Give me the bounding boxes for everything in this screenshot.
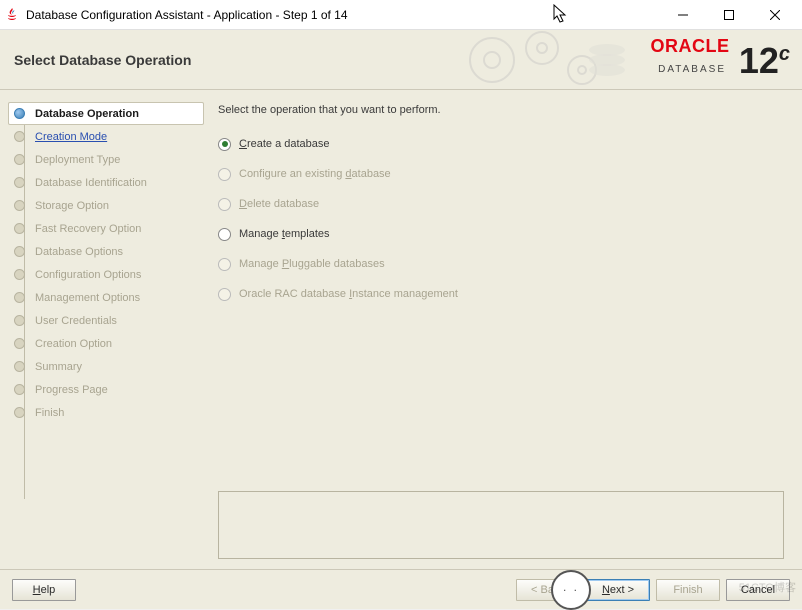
operation-option-2: Delete database (218, 190, 784, 218)
step-label: Progress Page (35, 384, 108, 396)
operation-option-4: Manage Pluggable databases (218, 250, 784, 278)
operation-option-3[interactable]: Manage templates (218, 220, 784, 248)
instruction-text: Select the operation that you want to pe… (218, 104, 784, 116)
radio-icon (218, 258, 231, 271)
gears-graphic (452, 30, 632, 90)
radio-icon (218, 198, 231, 211)
brand-company: ORACLE (650, 36, 729, 57)
finish-button: Finish (656, 579, 720, 601)
step-bullet-icon (14, 154, 25, 165)
wizard-step-6: Database Options (14, 240, 200, 263)
step-label: Fast Recovery Option (35, 223, 141, 235)
main-panel: Select the operation that you want to pe… (208, 90, 802, 569)
help-button[interactable]: Help (12, 579, 76, 601)
wizard-step-10: Creation Option (14, 332, 200, 355)
step-label: Database Options (35, 246, 123, 258)
step-label: User Credentials (35, 315, 117, 327)
step-bullet-icon (14, 338, 25, 349)
step-bullet-icon (14, 384, 25, 395)
wizard-step-1[interactable]: Creation Mode (14, 125, 200, 148)
step-label: Creation Option (35, 338, 112, 350)
operation-option-1: Configure an existing database (218, 160, 784, 188)
step-bullet-icon (14, 223, 25, 234)
option-label: Oracle RAC database Instance management (239, 288, 458, 300)
operation-options: Create a database Configure an existing d… (218, 130, 784, 310)
step-bullet-icon (14, 131, 25, 142)
wizard-footer: Help < Back Next > Finish Cancel (0, 569, 802, 609)
radio-icon (218, 288, 231, 301)
radio-icon (218, 168, 231, 181)
help-mnemonic: H (33, 584, 41, 596)
page-title: Select Database Operation (14, 52, 191, 68)
operation-option-0[interactable]: Create a database (218, 130, 784, 158)
option-label: Manage Pluggable databases (239, 258, 385, 270)
option-label: Delete database (239, 198, 319, 210)
step-bullet-icon (14, 361, 25, 372)
wizard-sidebar: Database Operation Creation Mode Deploymen… (0, 90, 208, 569)
brand-logo: ORACLE 12c DATABASE (650, 36, 790, 79)
wizard-step-2: Deployment Type (14, 148, 200, 171)
option-label: Create a database (239, 138, 330, 150)
wizard-step-9: User Credentials (14, 309, 200, 332)
wizard-step-5: Fast Recovery Option (14, 217, 200, 240)
step-label: Creation Mode (35, 131, 107, 143)
step-bullet-icon (14, 108, 25, 119)
info-box (218, 491, 784, 559)
back-button: < Back (516, 579, 580, 601)
java-icon (4, 7, 20, 23)
step-bullet-icon (14, 269, 25, 280)
title-bar: Database Configuration Assistant - Appli… (0, 0, 802, 30)
step-bullet-icon (14, 292, 25, 303)
wizard-step-4: Storage Option (14, 194, 200, 217)
step-label: Summary (35, 361, 82, 373)
option-label: Configure an existing database (239, 168, 391, 180)
wizard-step-0[interactable]: Database Operation (8, 102, 204, 125)
step-label: Database Identification (35, 177, 147, 189)
step-label: Deployment Type (35, 154, 120, 166)
step-bullet-icon (14, 177, 25, 188)
radio-icon (218, 138, 231, 151)
next-mnemonic: N (602, 584, 610, 596)
wizard-step-13: Finish (14, 401, 200, 424)
step-label: Management Options (35, 292, 140, 304)
window-title: Database Configuration Assistant - Appli… (26, 8, 660, 22)
maximize-button[interactable] (706, 0, 752, 30)
step-label: Database Operation (35, 108, 139, 120)
next-button[interactable]: Next > (586, 579, 650, 601)
wizard-step-8: Management Options (14, 286, 200, 309)
brand-version: 12c (739, 36, 790, 79)
close-button[interactable] (752, 0, 798, 30)
step-bullet-icon (14, 246, 25, 257)
page-header: Select Database Operation ORACLE 12c DAT… (0, 30, 802, 90)
step-label: Finish (35, 407, 64, 419)
wizard-step-12: Progress Page (14, 378, 200, 401)
wizard-step-3: Database Identification (14, 171, 200, 194)
minimize-button[interactable] (660, 0, 706, 30)
step-bullet-icon (14, 315, 25, 326)
brand-product: DATABASE (658, 64, 726, 75)
option-label: Manage templates (239, 228, 330, 240)
step-label: Storage Option (35, 200, 109, 212)
wizard-step-7: Configuration Options (14, 263, 200, 286)
operation-option-5: Oracle RAC database Instance management (218, 280, 784, 308)
step-label: Configuration Options (35, 269, 141, 281)
step-bullet-icon (14, 200, 25, 211)
radio-icon (218, 228, 231, 241)
wizard-step-11: Summary (14, 355, 200, 378)
step-bullet-icon (14, 407, 25, 418)
watermark-text: 51CTO博客 (739, 579, 796, 595)
